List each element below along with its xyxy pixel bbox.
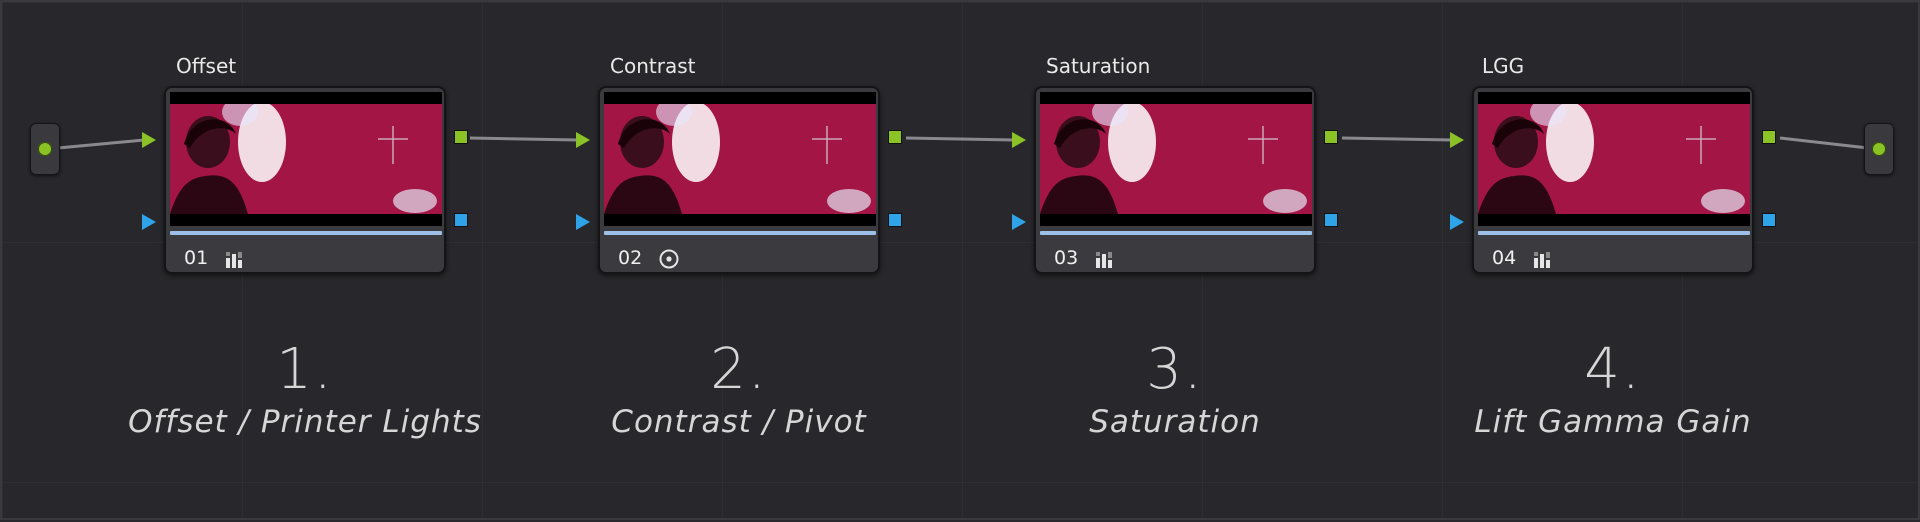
key-output-port[interactable] <box>1762 213 1776 227</box>
rgb-output-port[interactable] <box>1762 130 1776 144</box>
step-caption: 4. Lift Gamma Gain <box>1403 340 1823 442</box>
rgb-output-port[interactable] <box>454 130 468 144</box>
output-input-dot[interactable] <box>1872 142 1886 156</box>
circle-dot-icon <box>659 249 679 269</box>
node-title: Contrast <box>610 54 696 78</box>
link-node-03-to-node-04 <box>1341 136 1453 142</box>
key-input-port[interactable] <box>1012 214 1026 230</box>
rgb-output-port[interactable] <box>1324 130 1338 144</box>
step-label: Offset / Printer Lights <box>128 404 482 440</box>
corrector-node-02[interactable]: 02 <box>598 86 880 274</box>
node-thumbnail <box>1478 92 1750 226</box>
key-input-port[interactable] <box>576 214 590 230</box>
key-output-port[interactable] <box>1324 213 1338 227</box>
source-output-dot[interactable] <box>38 142 52 156</box>
node-thumbnail <box>604 92 876 226</box>
step-caption: 1. Offset / Printer Lights <box>95 340 515 442</box>
key-output-port[interactable] <box>454 213 468 227</box>
link-node-04-to-output <box>1779 136 1869 150</box>
corrector-node-03[interactable]: 03 <box>1034 86 1316 274</box>
node-number: 01 <box>184 247 209 269</box>
node-graph-canvas[interactable]: Offset 01 Contrast 02 Saturation 03 LGG … <box>0 0 1920 520</box>
step-number: 3. <box>1146 337 1204 402</box>
histogram-icon <box>1096 252 1112 268</box>
node-number: 03 <box>1054 247 1079 269</box>
step-number: 1. <box>276 337 334 402</box>
node-number: 02 <box>618 247 643 269</box>
corrector-node-01[interactable]: 01 <box>164 86 446 274</box>
step-label: Saturation <box>1089 404 1261 440</box>
rgb-output-port[interactable] <box>888 130 902 144</box>
node-progress-bar <box>604 231 876 235</box>
node-title: Offset <box>176 54 237 78</box>
histogram-icon <box>226 252 242 268</box>
key-output-port[interactable] <box>888 213 902 227</box>
rgb-input-port[interactable] <box>1450 132 1464 148</box>
node-progress-bar <box>170 231 442 235</box>
link-node-01-to-node-02 <box>469 136 579 142</box>
node-number: 04 <box>1492 247 1517 269</box>
link-node-02-to-node-03 <box>905 136 1015 142</box>
rgb-input-port[interactable] <box>576 132 590 148</box>
node-progress-bar <box>1040 231 1312 235</box>
histogram-icon <box>1534 252 1550 268</box>
node-thumbnail <box>1040 92 1312 226</box>
rgb-input-port[interactable] <box>1012 132 1026 148</box>
step-caption: 2. Contrast / Pivot <box>529 340 949 442</box>
source-input-node[interactable] <box>30 123 60 175</box>
key-input-port[interactable] <box>142 214 156 230</box>
output-node[interactable] <box>1864 123 1894 175</box>
step-label: Lift Gamma Gain <box>1474 404 1752 440</box>
step-number: 4. <box>1584 337 1642 402</box>
node-title: LGG <box>1482 54 1525 78</box>
key-input-port[interactable] <box>1450 214 1464 230</box>
node-progress-bar <box>1478 231 1750 235</box>
rgb-input-port[interactable] <box>142 132 156 148</box>
node-title: Saturation <box>1046 54 1151 78</box>
step-label: Contrast / Pivot <box>611 404 867 440</box>
link-source-to-node-01 <box>57 138 145 150</box>
step-caption: 3. Saturation <box>965 340 1385 442</box>
corrector-node-04[interactable]: 04 <box>1472 86 1754 274</box>
step-number: 2. <box>710 337 768 402</box>
node-thumbnail <box>170 92 442 226</box>
